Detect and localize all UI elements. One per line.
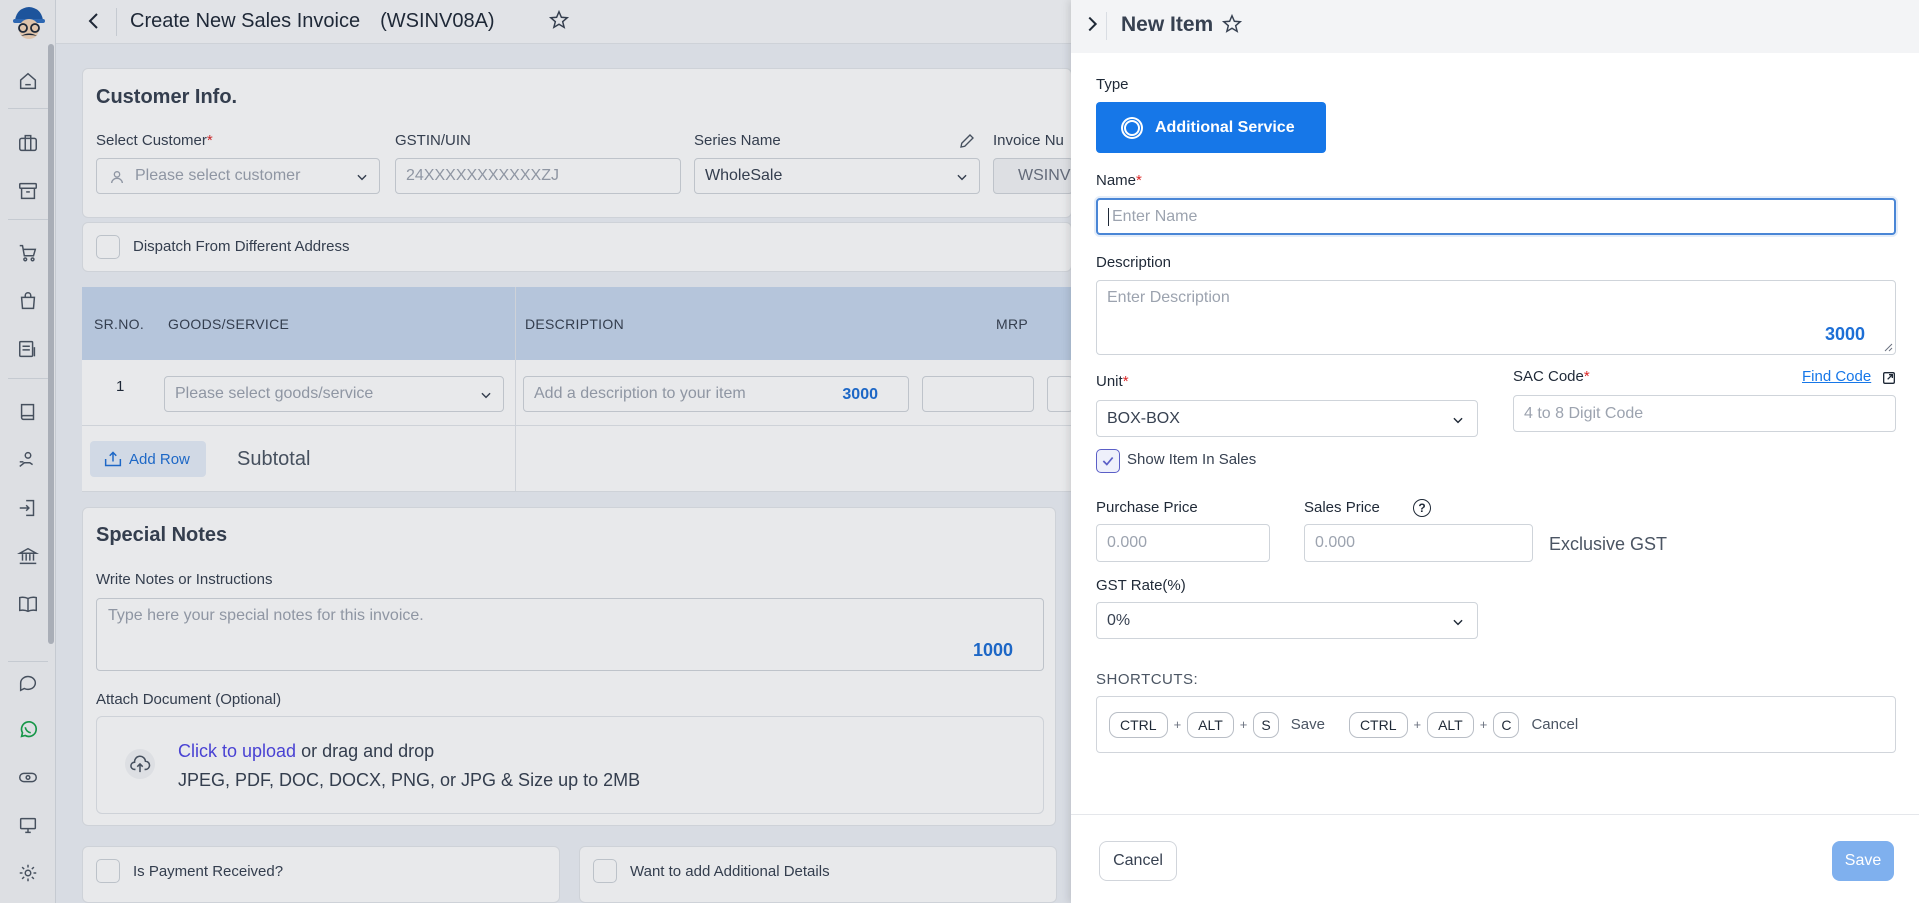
shortcut-save-text: Save xyxy=(1290,716,1325,733)
purchase-price-label: Purchase Price xyxy=(1096,499,1198,516)
type-additional-service-option[interactable]: Additional Service xyxy=(1096,102,1326,153)
kbd-alt: ALT xyxy=(1427,711,1474,738)
gst-rate-label: GST Rate(%) xyxy=(1096,577,1186,594)
name-label: Name* xyxy=(1096,172,1142,189)
kbd-s: S xyxy=(1253,711,1279,738)
description-textarea[interactable]: Enter Description 3000 xyxy=(1096,280,1896,355)
gst-rate-value: 0% xyxy=(1107,611,1131,629)
chevron-down-icon xyxy=(1453,417,1463,424)
save-button[interactable]: Save xyxy=(1832,841,1894,881)
radio-selected-icon xyxy=(1121,116,1143,139)
show-in-sales-label: Show Item In Sales xyxy=(1127,451,1257,468)
sales-price-placeholder: 0.000 xyxy=(1315,534,1356,551)
kbd-alt: ALT xyxy=(1187,711,1234,738)
name-placeholder: Enter Name xyxy=(1112,207,1198,225)
chevron-down-icon xyxy=(1453,619,1463,626)
sac-code-input[interactable]: 4 to 8 Digit Code xyxy=(1513,395,1896,432)
unit-select[interactable]: BOX-BOX xyxy=(1096,400,1478,437)
shortcut-cancel-text: Cancel xyxy=(1531,716,1579,733)
show-in-sales-checkbox[interactable] xyxy=(1096,449,1120,473)
external-link-icon[interactable] xyxy=(1881,370,1897,391)
description-counter: 3000 xyxy=(1824,324,1865,344)
drawer-title: New Item xyxy=(1121,13,1214,36)
shortcuts-box: CTRL + ALT + S Save CTRL + ALT + C Cancel xyxy=(1096,696,1896,753)
check-icon xyxy=(1102,456,1114,466)
drawer-favorite-star-icon[interactable] xyxy=(1221,13,1243,40)
name-input[interactable]: Enter Name xyxy=(1096,198,1896,235)
kbd-ctrl: CTRL xyxy=(1109,711,1168,738)
purchase-price-input[interactable]: 0.000 xyxy=(1096,524,1270,562)
sac-code-label: SAC Code* xyxy=(1513,368,1590,385)
unit-value: BOX-BOX xyxy=(1107,409,1180,427)
help-question-icon[interactable]: ? xyxy=(1413,499,1431,517)
gst-rate-select[interactable]: 0% xyxy=(1096,602,1478,639)
find-code-text: Find Code xyxy=(1802,368,1872,385)
shortcuts-label: SHORTCUTS: xyxy=(1096,671,1199,688)
drawer-collapse-chevron-icon[interactable] xyxy=(1081,13,1107,39)
find-code-link[interactable]: Find Code xyxy=(1802,368,1871,385)
resize-handle-icon[interactable] xyxy=(1883,342,1893,352)
unit-label: Unit* xyxy=(1096,373,1129,390)
description-label: Description xyxy=(1096,254,1172,271)
sales-price-label: Sales Price xyxy=(1304,499,1380,516)
kbd-ctrl: CTRL xyxy=(1348,711,1408,738)
sales-price-input[interactable]: 0.000 xyxy=(1304,524,1533,562)
modal-backdrop[interactable] xyxy=(0,0,1071,903)
exclusive-gst-label[interactable]: Exclusive GST xyxy=(1549,534,1667,555)
cancel-button[interactable]: Cancel xyxy=(1099,841,1177,881)
type-option-label: Additional Service xyxy=(1155,118,1295,136)
kbd-c: C xyxy=(1493,711,1520,738)
sac-code-placeholder: 4 to 8 Digit Code xyxy=(1524,404,1644,422)
description-placeholder: Enter Description xyxy=(1107,289,1230,306)
purchase-price-placeholder: 0.000 xyxy=(1107,534,1148,551)
new-item-drawer: New Item Type Additional Service Name* E… xyxy=(1071,0,1919,903)
type-label: Type xyxy=(1096,76,1129,93)
